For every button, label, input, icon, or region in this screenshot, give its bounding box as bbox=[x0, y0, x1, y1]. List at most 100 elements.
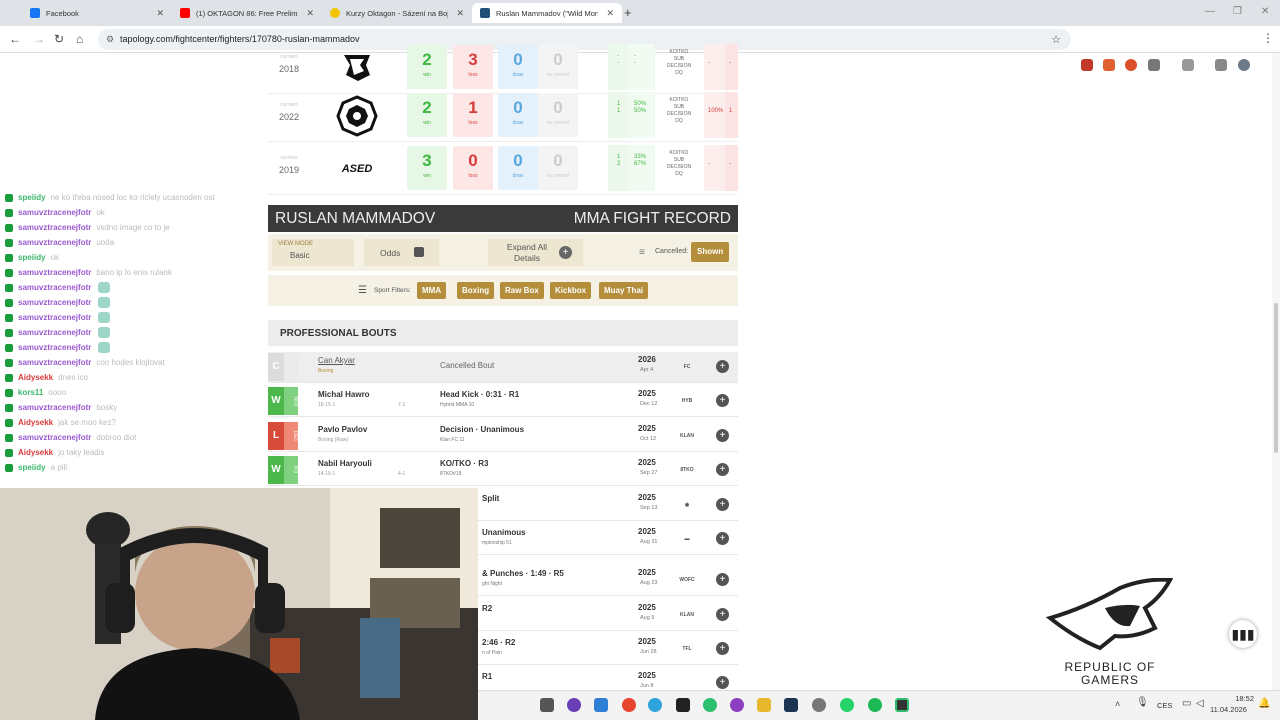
filter-kickbox[interactable]: Kickbox bbox=[550, 282, 592, 299]
filter-raw-box[interactable]: Raw Box bbox=[500, 282, 544, 299]
chat-username[interactable]: speiidy bbox=[18, 253, 46, 262]
chat-username[interactable]: samuvztracenejfotr bbox=[18, 208, 91, 217]
chat-username[interactable]: Aidysekk bbox=[18, 373, 53, 382]
sidebar-icon[interactable] bbox=[1182, 59, 1194, 71]
chat-username[interactable]: samuvztracenejfotr bbox=[18, 358, 91, 367]
bout-row[interactable]: W KO Nabil Haryouli 14-15-1 4-1 KO/TKO · R3 8T… bbox=[268, 455, 738, 486]
expand-bout-button[interactable]: + bbox=[716, 642, 729, 655]
close-icon[interactable]: ✕ bbox=[606, 8, 614, 19]
expand-bout-button[interactable]: + bbox=[716, 498, 729, 511]
tab-search-icon[interactable] bbox=[1215, 59, 1227, 71]
expand-bout-button[interactable]: + bbox=[716, 394, 729, 407]
mic-icon[interactable]: 🎙 bbox=[1136, 697, 1149, 708]
extension-icon[interactable] bbox=[1081, 59, 1093, 71]
chat-username[interactable]: samuvztracenejfotr bbox=[18, 403, 91, 412]
clock-date[interactable]: 11.04.2026 bbox=[1210, 705, 1247, 714]
chat-username[interactable]: speiidy bbox=[18, 463, 46, 472]
expand-bout-button[interactable]: + bbox=[716, 532, 729, 545]
file-explorer-icon[interactable] bbox=[757, 698, 771, 712]
chat-username[interactable]: samuvztracenejfotr bbox=[18, 328, 91, 337]
home-icon[interactable]: ⌂ bbox=[76, 32, 83, 46]
puzzle-icon[interactable] bbox=[1148, 59, 1160, 71]
clock-time[interactable]: 18:52 bbox=[1218, 694, 1254, 703]
close-window-icon[interactable]: ✕ bbox=[1261, 6, 1269, 17]
forward-icon[interactable]: → bbox=[33, 32, 45, 46]
opponent-name[interactable]: Michal Hawro bbox=[318, 390, 370, 399]
tab-kurzy[interactable]: Kurzy Oktagon - Sázení na Boj ✕ bbox=[322, 3, 472, 23]
bout-row[interactable]: L DEC Pavlo Pavlov Boxing (Raw) Decision · U… bbox=[268, 421, 738, 452]
app-icon[interactable] bbox=[594, 698, 608, 712]
expand-bout-button[interactable]: + bbox=[716, 463, 729, 476]
close-icon[interactable]: ✕ bbox=[306, 8, 314, 19]
filter-mma[interactable]: MMA bbox=[417, 282, 447, 299]
expand-bout-button[interactable]: + bbox=[716, 360, 729, 373]
close-icon[interactable]: ✕ bbox=[156, 8, 164, 19]
network-icon[interactable]: ▭ bbox=[1182, 698, 1191, 709]
opponent-name[interactable]: Can Akyar bbox=[318, 356, 355, 365]
bookmark-star-icon[interactable]: ☆ bbox=[1051, 33, 1061, 46]
chat-username[interactable]: speiidy bbox=[18, 193, 46, 202]
odds-button[interactable]: Odds bbox=[364, 239, 439, 266]
bout-method: R2 bbox=[482, 604, 493, 613]
chat-username[interactable]: samuvztracenejfotr bbox=[18, 283, 91, 292]
close-icon[interactable]: ✕ bbox=[456, 8, 464, 19]
chat-username[interactable]: samuvztracenejfotr bbox=[18, 343, 91, 352]
back-icon[interactable]: ← bbox=[9, 32, 21, 46]
discord-icon[interactable] bbox=[567, 698, 581, 712]
minimize-icon[interactable]: — bbox=[1205, 6, 1215, 17]
app-icon[interactable] bbox=[895, 698, 909, 712]
capcut-icon[interactable] bbox=[676, 698, 690, 712]
opponent-name[interactable]: Pavlo Pavlov bbox=[318, 425, 367, 434]
youtube-icon bbox=[180, 8, 190, 18]
expand-all-button[interactable]: Expand All Details + bbox=[488, 239, 583, 266]
language-indicator[interactable]: CES bbox=[1157, 701, 1172, 710]
settings-icon[interactable] bbox=[812, 698, 826, 712]
expand-bout-button[interactable]: + bbox=[716, 429, 729, 442]
whatsapp-icon[interactable] bbox=[840, 698, 854, 712]
spotify-icon[interactable] bbox=[868, 698, 882, 712]
filter-boxing[interactable]: Boxing bbox=[457, 282, 495, 299]
chat-username[interactable]: kors11 bbox=[18, 388, 43, 397]
chat-username[interactable]: samuvztracenejfotr bbox=[18, 298, 91, 307]
avatar[interactable] bbox=[1238, 59, 1250, 71]
tab-facebook[interactable]: Facebook ✕ bbox=[22, 3, 172, 23]
scrollbar-thumb[interactable] bbox=[1274, 303, 1278, 453]
bout-row[interactable]: C Can Akyar Boxing Cancelled Bout 2026 Apr 4 F… bbox=[268, 352, 738, 383]
volume-icon[interactable]: ◁ bbox=[1196, 698, 1204, 709]
steam-icon[interactable] bbox=[784, 698, 798, 712]
expand-bout-button[interactable]: + bbox=[716, 573, 729, 586]
chrome-icon[interactable] bbox=[622, 698, 636, 712]
chat-username[interactable]: samuvztracenejfotr bbox=[18, 238, 91, 247]
chat-username[interactable]: samuvztracenejfotr bbox=[18, 223, 91, 232]
task-view-icon[interactable] bbox=[540, 698, 554, 712]
reload-icon[interactable]: ↻ bbox=[54, 32, 64, 46]
cancelled-shown-toggle[interactable]: Shown bbox=[691, 242, 730, 262]
tray-chevron-icon[interactable]: ˄ bbox=[1115, 699, 1120, 709]
maximize-icon[interactable]: ❐ bbox=[1233, 6, 1242, 17]
floating-app-icon[interactable]: ▮▮▮ bbox=[1229, 620, 1257, 648]
site-info-icon[interactable]: ⚙ bbox=[106, 34, 114, 45]
tab-tapology[interactable]: Ruslan Mammadov ("Wild Mon ✕ bbox=[472, 3, 622, 23]
telegram-icon[interactable] bbox=[648, 698, 662, 712]
new-tab-button[interactable]: + bbox=[624, 5, 632, 20]
opponent-name[interactable]: Nabil Haryouli bbox=[318, 459, 372, 468]
app-icon[interactable] bbox=[703, 698, 717, 712]
view-mode-selector[interactable]: VIEW MODE Basic bbox=[272, 239, 354, 266]
chat-username[interactable]: samuvztracenejfotr bbox=[18, 313, 91, 322]
page-scrollbar[interactable] bbox=[1272, 53, 1280, 690]
expand-bout-button[interactable]: + bbox=[716, 608, 729, 621]
tab-youtube[interactable]: (1) OKTAGON 86: Free Prelims ✕ bbox=[172, 3, 322, 23]
chat-username[interactable]: Aidysekk bbox=[18, 418, 53, 427]
chat-username[interactable]: samuvztracenejfotr bbox=[18, 433, 91, 442]
menu-icon[interactable]: ⋮ bbox=[1262, 31, 1274, 45]
notification-icon[interactable]: 🔔 bbox=[1258, 698, 1270, 709]
extension-icon[interactable] bbox=[1103, 59, 1115, 71]
bout-row[interactable]: W TKO Michal Hawro 15-15-1 7-1 Head Kick · 0:… bbox=[268, 386, 738, 417]
chat-username[interactable]: samuvztracenejfotr bbox=[18, 268, 91, 277]
expand-bout-button[interactable]: + bbox=[716, 676, 729, 689]
obs-icon[interactable] bbox=[730, 698, 744, 712]
chat-username[interactable]: Aidysekk bbox=[18, 448, 53, 457]
chat-text: dobroo diot bbox=[96, 433, 137, 442]
filter-muay-thai[interactable]: Muay Thai bbox=[599, 282, 649, 299]
extension-icon[interactable] bbox=[1125, 59, 1137, 71]
